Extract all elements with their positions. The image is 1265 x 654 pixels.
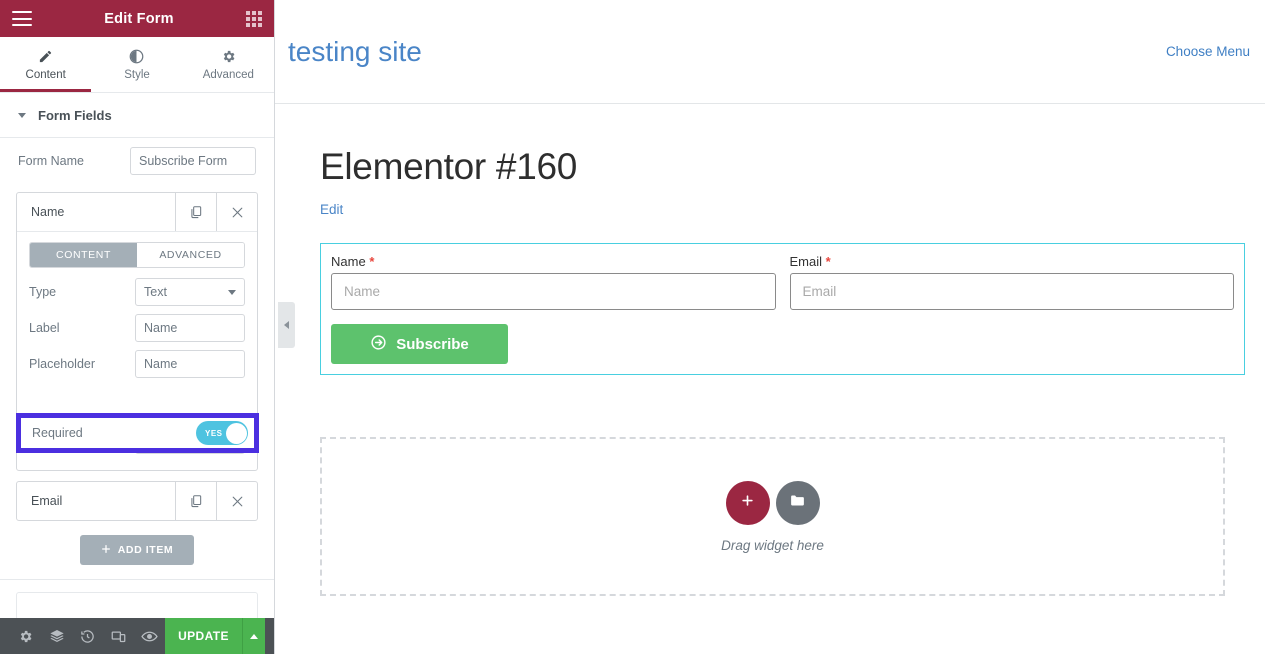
control-label-input[interactable] [135,314,245,342]
form-name-field-input[interactable] [331,273,776,310]
gear-icon [221,49,236,64]
update-options-button[interactable] [242,618,265,654]
tab-content-label: Content [26,69,66,81]
template-library-button[interactable] [776,481,820,525]
choose-menu-link[interactable]: Choose Menu [1166,44,1250,59]
repeater-item-title[interactable]: Name [17,193,175,231]
required-asterisk: * [826,254,831,269]
panel-header: Edit Form [0,0,274,37]
preview-eye-icon[interactable] [134,618,165,654]
contrast-circle-icon [129,49,144,64]
subscribe-button[interactable]: Subscribe [331,324,508,364]
control-required-label: Required [32,426,196,440]
form-field-email: Email * [790,254,1235,310]
form-name-row: Form Name [0,138,274,184]
edit-post-link[interactable]: Edit [320,202,343,217]
section-form-fields[interactable]: Form Fields [0,93,274,138]
close-icon[interactable] [216,482,257,520]
required-toggle[interactable]: YES [196,421,248,445]
chevron-left-icon [284,321,289,329]
toggle-knob [226,423,247,444]
tab-content[interactable]: Content [0,37,91,92]
subtab-content[interactable]: CONTENT [30,243,137,267]
fields-repeater: Name CONTENT ADVANCED [16,192,258,565]
arrow-circle-right-icon [370,334,387,355]
form-name-label: Form Name [18,154,130,168]
form-fields-grid: Name * Email * [331,254,1234,310]
control-label-row: Label [29,310,245,346]
drag-widget-drop-zone[interactable]: Drag widget here [320,437,1225,596]
control-placeholder-row: Placeholder [29,346,245,382]
site-header: testing site Choose Menu [275,0,1265,104]
control-placeholder-input[interactable] [135,350,245,378]
control-placeholder-label: Placeholder [29,357,135,371]
form-field-name: Name * [331,254,776,310]
grid-apps-icon[interactable] [246,11,262,27]
chevron-down-icon [228,290,236,295]
responsive-mode-icon[interactable] [103,618,134,654]
form-field-email-label: Email * [790,254,1235,269]
panel-footer: UPDATE [0,618,275,654]
section-title: Form Fields [38,108,112,123]
settings-gear-icon[interactable] [10,618,41,654]
page-title: Elementor #160 [320,146,1220,188]
add-item-button[interactable]: ADD ITEM [80,535,194,565]
drop-zone-label: Drag widget here [721,538,824,553]
required-toggle-value: YES [205,429,223,438]
subscribe-button-label: Subscribe [396,336,469,353]
elementor-editor: Edit Form Content Style [0,0,1265,654]
control-label-label: Label [29,321,135,335]
control-required-row [29,382,245,422]
control-type-value: Text [144,285,228,299]
subtab-advanced[interactable]: ADVANCED [137,243,244,267]
control-type-label: Type [29,285,135,299]
update-button-group: UPDATE [165,618,265,654]
drop-zone-actions [726,481,820,525]
form-widget[interactable]: Name * Email * [320,243,1245,375]
close-icon[interactable] [216,193,257,231]
tab-advanced-label: Advanced [203,69,254,81]
update-button[interactable]: UPDATE [165,618,242,654]
site-title: testing site [288,36,422,68]
preview-canvas: testing site Choose Menu Elementor #160 … [275,0,1265,654]
editor-panel: Edit Form Content Style [0,0,275,654]
form-email-field-input[interactable] [790,273,1235,310]
tab-style[interactable]: Style [91,37,182,92]
next-section-placeholder [16,592,258,620]
panel-body: Form Name Name [0,138,274,620]
navigator-layers-icon[interactable] [41,618,72,654]
repeater-item-header: Name [17,193,257,231]
page-content: Elementor #160 Edit Name * Email * [275,104,1265,375]
history-icon[interactable] [72,618,103,654]
caret-up-icon [250,634,258,639]
repeater-item-email: Email [16,481,258,521]
pencil-icon [38,49,53,64]
folder-icon [789,492,806,514]
repeater-item-title[interactable]: Email [17,482,175,520]
control-required-content: Required YES [21,418,254,448]
control-type-select[interactable]: Text [135,278,245,306]
repeater-item-header: Email [17,482,257,520]
panel-collapse-handle[interactable] [278,302,295,348]
form-field-name-label-text: Name [331,254,366,269]
hamburger-icon[interactable] [12,11,32,26]
panel-title: Edit Form [32,11,246,27]
chevron-down-icon [18,113,26,118]
plus-icon [740,493,755,513]
add-section-button[interactable] [726,481,770,525]
panel-divider [0,579,274,580]
tab-style-label: Style [124,69,150,81]
tab-advanced[interactable]: Advanced [183,37,274,92]
plus-icon [101,544,111,557]
form-name-input[interactable] [130,147,256,175]
form-field-name-label: Name * [331,254,776,269]
form-field-email-label-text: Email [790,254,823,269]
duplicate-icon[interactable] [175,482,216,520]
repeater-subtabs: CONTENT ADVANCED [29,242,245,268]
duplicate-icon[interactable] [175,193,216,231]
control-type-row: Type Text [29,274,245,310]
panel-tabs: Content Style Advanced [0,37,274,93]
add-item-label: ADD ITEM [118,544,174,556]
required-asterisk: * [369,254,374,269]
